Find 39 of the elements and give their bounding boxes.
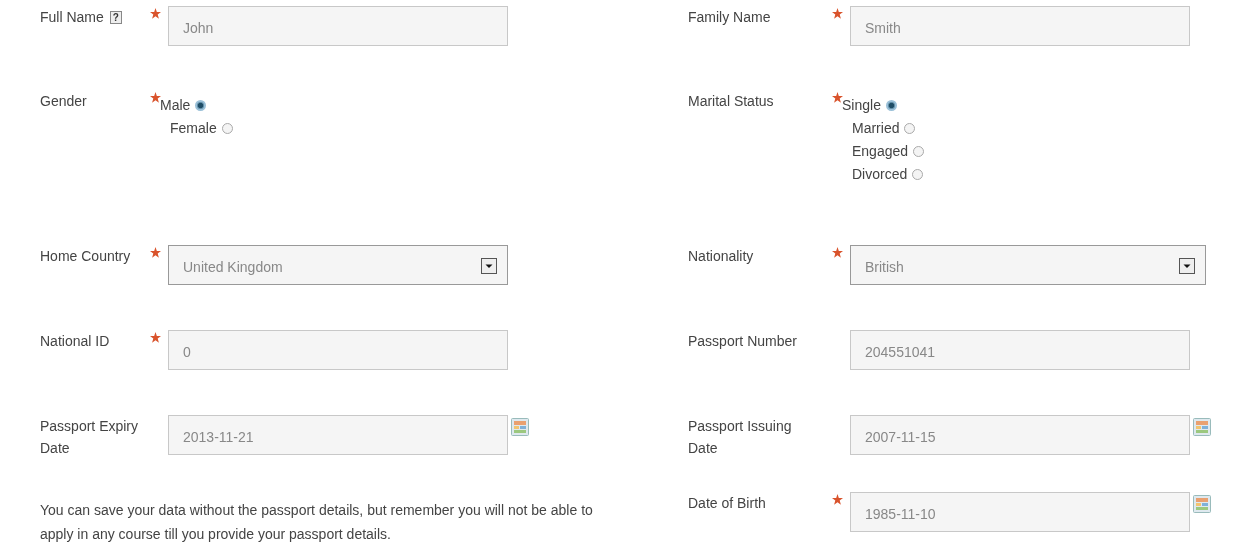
caret-icon [481,258,497,274]
date-field[interactable]: 2013-11-21 [168,415,508,455]
radio-option[interactable]: Married [852,117,925,140]
caret-icon [1179,258,1195,274]
text-field[interactable]: 0 [168,330,508,370]
field-label: Passport Issuing Date [688,417,793,458]
radio-button[interactable] [913,146,925,157]
radio-button[interactable] [195,100,207,111]
info-note: You can save your data without the passport details, but remember you will not be able to apply in any course till you provide your passport details. [40,501,594,543]
radio-option[interactable]: Male [160,94,233,117]
date-field[interactable]: 2007-11-15 [850,415,1190,455]
field-label: Full Name [40,8,104,27]
calendar-icon[interactable] [1193,495,1211,513]
radio-button[interactable] [221,123,233,134]
radio-button[interactable] [912,169,924,180]
field-label: National ID [40,332,110,351]
calendar-icon[interactable] [511,418,529,436]
field-label: Home Country [40,247,131,266]
radio-button[interactable] [885,100,897,111]
field-label: Date of Birth [688,494,766,513]
radio-option[interactable]: Divorced [852,163,925,186]
text-field[interactable]: John [168,6,508,46]
dropdown-field[interactable]: British [850,245,1206,285]
date-field[interactable]: 1985-11-10 [850,492,1190,532]
help-icon[interactable]: ? [109,11,122,24]
calendar-icon[interactable] [1193,418,1211,436]
text-field[interactable]: 204551041 [850,330,1190,370]
field-label: Gender [40,92,87,111]
radio-button[interactable] [904,123,916,134]
field-label: Passport Number [688,332,797,351]
radio-option[interactable]: Female [170,117,233,140]
field-label: Family Name [688,8,771,27]
text-field[interactable]: Smith [850,6,1190,46]
dropdown-field[interactable]: United Kingdom [168,245,508,285]
field-label: Nationality [688,247,754,266]
radio-option[interactable]: Single [842,94,925,117]
field-label: Marital Status [688,92,774,111]
radio-option[interactable]: Engaged [852,140,925,163]
field-label: Passport Expiry Date [40,417,140,458]
